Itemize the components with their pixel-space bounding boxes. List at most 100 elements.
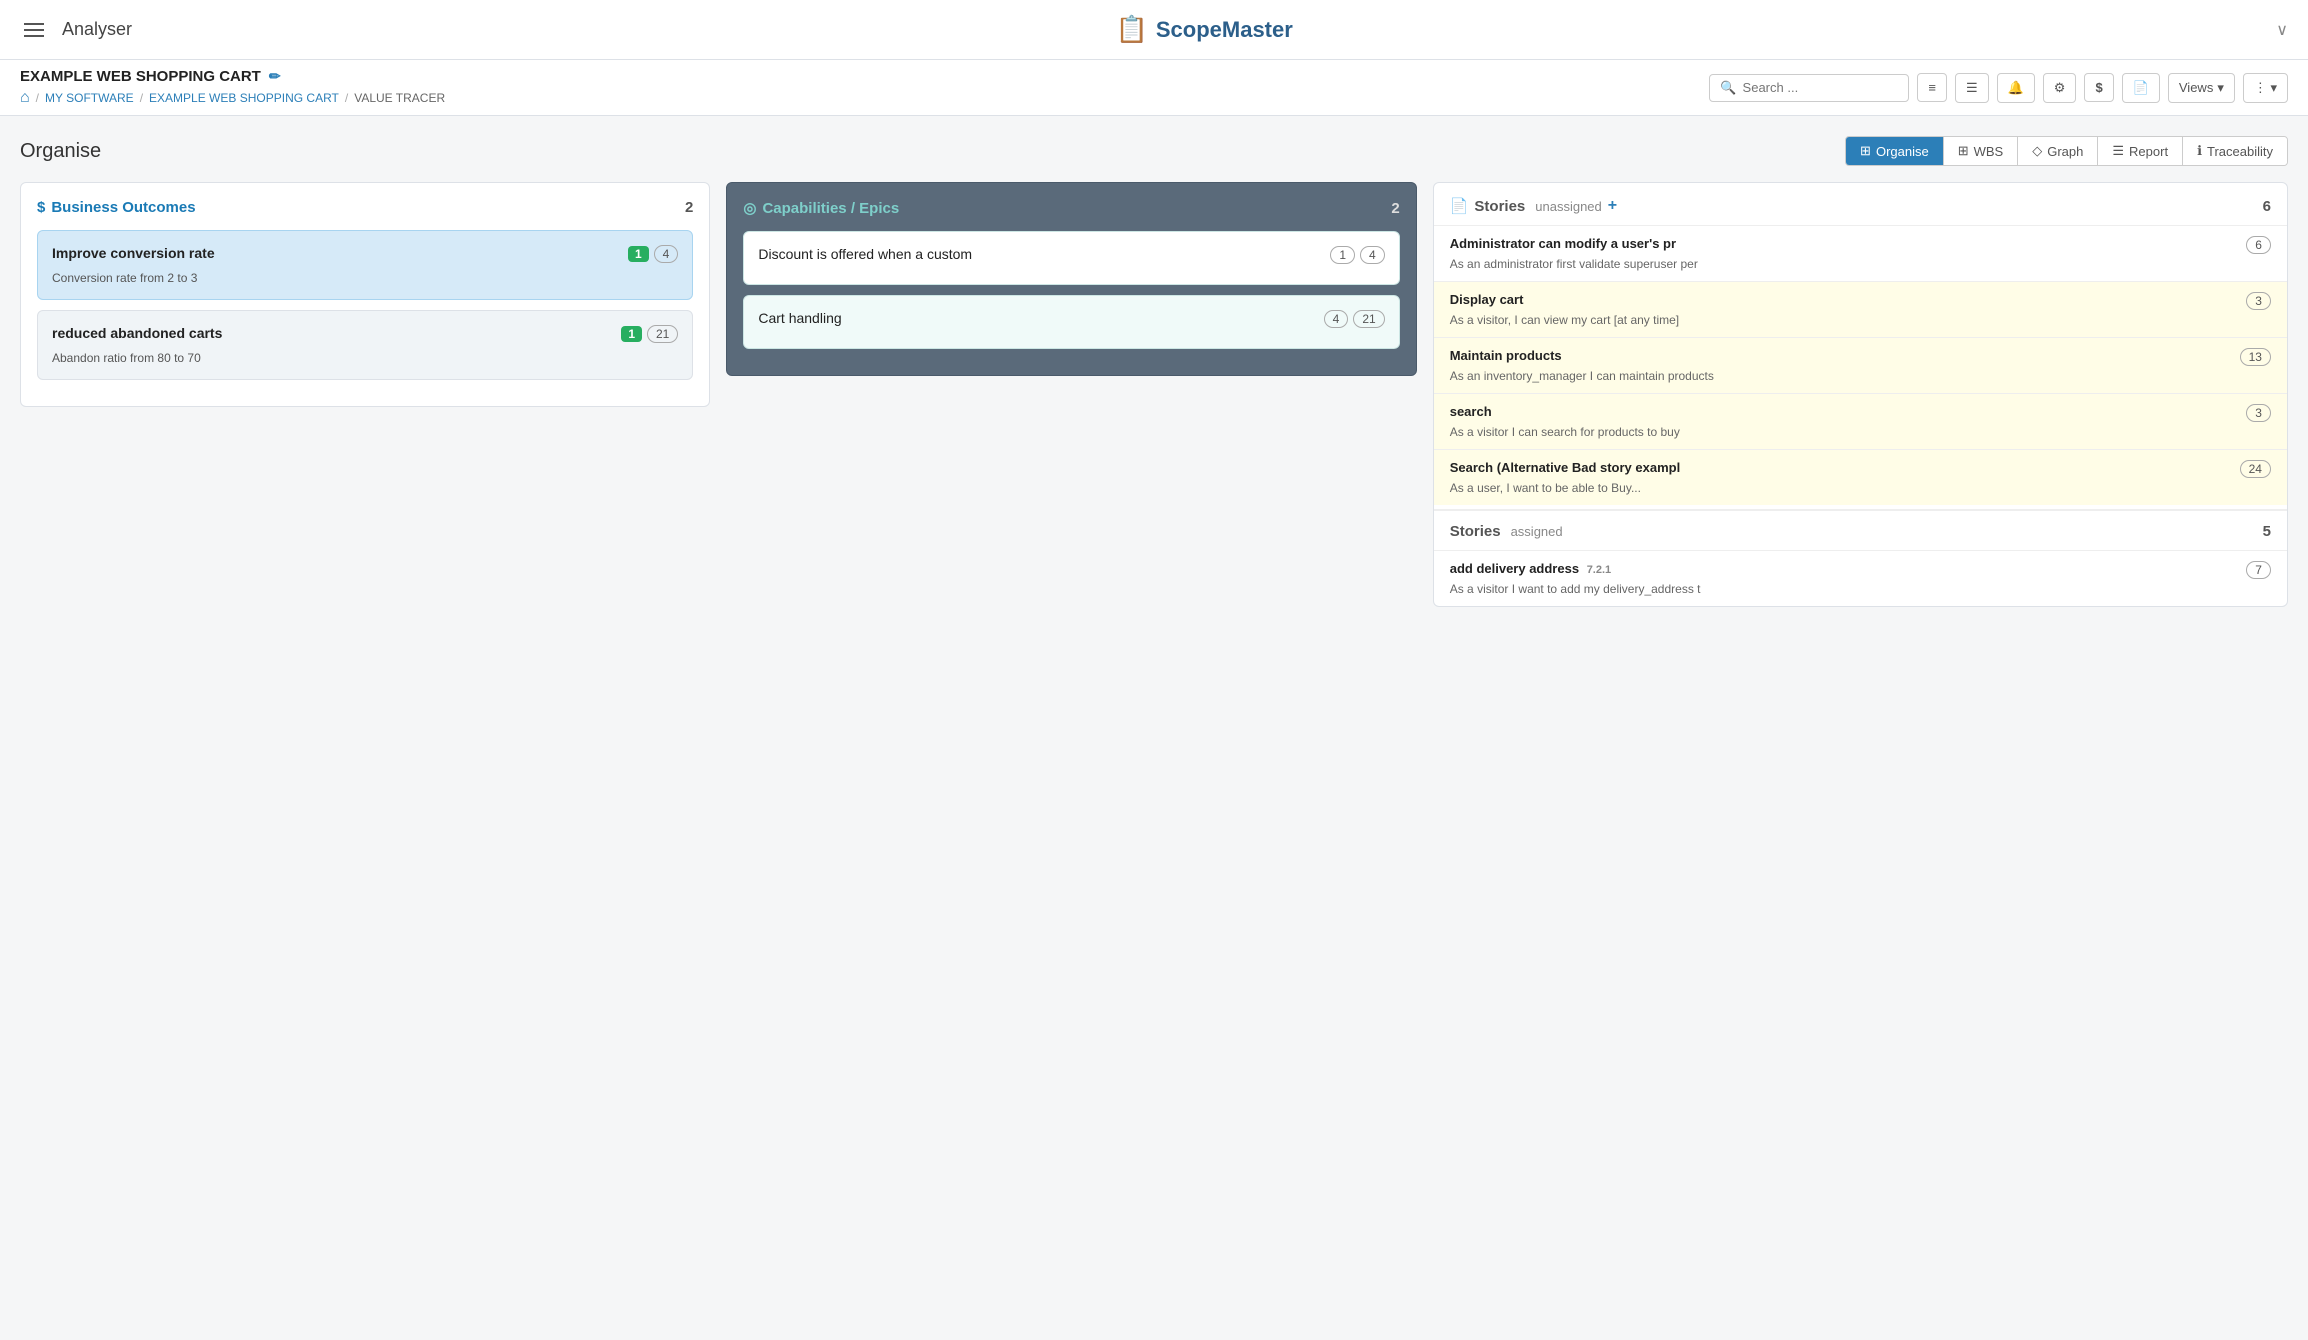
notifications-button[interactable]: 🔔 (1997, 73, 2035, 103)
list-view-button[interactable]: ≡ (1917, 73, 1947, 102)
wbs-tab-icon: ⊞ (1958, 143, 1969, 159)
business-outcomes-title: $ Business Outcomes (37, 199, 196, 216)
capability-1-title: Discount is offered when a custom (758, 246, 972, 262)
columns: $ Business Outcomes 2 Improve conversion… (20, 182, 2288, 607)
home-icon[interactable]: ⌂ (20, 89, 30, 107)
header-right: ∨ (2276, 20, 2288, 40)
story-5-header: Search (Alternative Bad story exampl 24 (1450, 460, 2271, 478)
capability-card-2[interactable]: Cart handling 4 21 (743, 295, 1399, 349)
stories-label: Stories (1474, 198, 1525, 215)
outcome-card-1[interactable]: Improve conversion rate 1 4 Conversion r… (37, 230, 693, 300)
assigned-story-item-1[interactable]: add delivery address 7.2.1 7 As a visito… (1434, 550, 2287, 606)
sub-header: EXAMPLE WEB SHOPPING CART ✏ ⌂ / MY SOFTW… (0, 60, 2308, 116)
outcome-2-badges: 1 21 (621, 325, 678, 343)
stories-assigned-header: Stories assigned 5 (1434, 509, 2287, 550)
assigned-story-1-badge: 7 (2246, 561, 2271, 579)
outcome-card-2[interactable]: reduced abandoned carts 1 21 Abandon rat… (37, 310, 693, 380)
logo-icon: 📋 (1115, 14, 1147, 45)
doc-view-button[interactable]: ☰ (1955, 73, 1989, 103)
capability-1-badge-2: 4 (1360, 246, 1385, 264)
stories-assigned-status: assigned (1511, 524, 1563, 539)
app-title: Analyser (62, 19, 132, 40)
business-outcomes-count: 2 (685, 199, 693, 216)
app-header: Analyser 📋 ScopeMaster ∨ (0, 0, 2308, 60)
settings-button[interactable]: ⚙ (2043, 73, 2077, 103)
tab-traceability[interactable]: ℹ Traceability (2183, 137, 2287, 165)
views-label: Views (2179, 80, 2213, 95)
breadcrumb-my-software[interactable]: MY SOFTWARE (45, 91, 134, 105)
story-1-subtitle: As an administrator first validate super… (1450, 257, 2271, 271)
chevron-down-icon[interactable]: ∨ (2276, 20, 2288, 40)
add-story-button[interactable]: + (1608, 197, 1617, 215)
search-icon: 🔍 (1720, 80, 1736, 96)
document-button[interactable]: 📄 (2122, 73, 2160, 103)
capability-card-1[interactable]: Discount is offered when a custom 1 4 (743, 231, 1399, 285)
traceability-tab-icon: ℹ (2197, 143, 2202, 159)
tab-organise[interactable]: ⊞ Organise (1846, 137, 1944, 165)
story-item-1[interactable]: Administrator can modify a user's pr 6 A… (1434, 225, 2287, 281)
logo: 📋 ScopeMaster (1115, 14, 1292, 45)
capabilities-header: ◎ Capabilities / Epics 2 (743, 199, 1399, 217)
tab-graph[interactable]: ◇ Graph (2018, 137, 2098, 165)
story-3-subtitle: As an inventory_manager I can maintain p… (1450, 369, 2271, 383)
tab-wbs[interactable]: ⊞ WBS (1944, 137, 2019, 165)
stories-unassigned-header: 📄 Stories unassigned + 6 (1434, 183, 2287, 225)
story-5-badge: 24 (2240, 460, 2271, 478)
story-4-badge: 3 (2246, 404, 2271, 422)
breadcrumb-sep-1: / (36, 91, 39, 105)
capability-1-badges: 1 4 (1330, 246, 1384, 264)
edit-icon[interactable]: ✏ (269, 68, 281, 85)
story-5-subtitle: As a user, I want to be able to Buy... (1450, 481, 2271, 495)
assigned-story-1-title: add delivery address 7.2.1 (1450, 561, 2239, 576)
story-item-4[interactable]: search 3 As a visitor I can search for p… (1434, 393, 2287, 449)
capability-1-header: Discount is offered when a custom 1 4 (758, 246, 1384, 264)
toolbar: 🔍 ≡ ☰ 🔔 ⚙ $ 📄 Views ▾ ⋮ ▾ (1709, 73, 2288, 103)
capability-2-badge-2: 21 (1353, 310, 1384, 328)
project-title: EXAMPLE WEB SHOPPING CART ✏ (20, 68, 445, 85)
page-heading: Organise (20, 140, 101, 163)
tab-report[interactable]: ☰ Report (2098, 137, 2183, 165)
business-outcomes-column: $ Business Outcomes 2 Improve conversion… (20, 182, 710, 407)
search-box[interactable]: 🔍 (1709, 74, 1909, 102)
story-item-5[interactable]: Search (Alternative Bad story exampl 24 … (1434, 449, 2287, 505)
outcome-card-2-header: reduced abandoned carts 1 21 (52, 325, 678, 345)
graph-tab-label: Graph (2047, 144, 2083, 159)
breadcrumb-project[interactable]: EXAMPLE WEB SHOPPING CART (149, 91, 339, 105)
story-1-title: Administrator can modify a user's pr (1450, 236, 2239, 251)
organise-tab-icon: ⊞ (1860, 143, 1871, 159)
capability-1-badge-1: 1 (1330, 246, 1355, 264)
story-2-title: Display cart (1450, 292, 2239, 307)
business-outcomes-label: Business Outcomes (51, 199, 195, 216)
more-button[interactable]: ⋮ ▾ (2243, 73, 2288, 103)
views-button[interactable]: Views ▾ (2168, 73, 2235, 103)
wbs-tab-label: WBS (1974, 144, 2004, 159)
header-left: Analyser (20, 19, 132, 41)
assigned-story-1-subtitle: As a visitor I want to add my delivery_a… (1450, 582, 2271, 596)
outcome-2-title: reduced abandoned carts (52, 325, 222, 341)
stories-panel: 📄 Stories unassigned + 6 Administrator c… (1433, 182, 2288, 607)
outcome-2-green-badge: 1 (621, 326, 642, 342)
story-4-title: search (1450, 404, 2239, 419)
hamburger-menu[interactable] (20, 19, 48, 41)
story-2-subtitle: As a visitor, I can view my cart [at any… (1450, 313, 2271, 327)
story-4-header: search 3 (1450, 404, 2271, 422)
stories-assigned-count: 5 (2263, 523, 2271, 540)
value-button[interactable]: $ (2084, 73, 2113, 102)
search-input[interactable] (1743, 80, 1899, 95)
story-1-header: Administrator can modify a user's pr 6 (1450, 236, 2271, 254)
business-outcomes-header: $ Business Outcomes 2 (37, 199, 693, 216)
story-item-2[interactable]: Display cart 3 As a visitor, I can view … (1434, 281, 2287, 337)
project-title-text: EXAMPLE WEB SHOPPING CART (20, 68, 261, 85)
story-item-3[interactable]: Maintain products 13 As an inventory_man… (1434, 337, 2287, 393)
story-2-header: Display cart 3 (1450, 292, 2271, 310)
stories-unassigned-count: 6 (2263, 198, 2271, 215)
page-area: Organise ⊞ Organise ⊞ WBS ◇ Graph ☰ Repo… (0, 116, 2308, 627)
story-3-header: Maintain products 13 (1450, 348, 2271, 366)
capabilities-title: ◎ Capabilities / Epics (743, 199, 899, 217)
story-2-badge: 3 (2246, 292, 2271, 310)
report-tab-label: Report (2129, 144, 2168, 159)
view-tabs: ⊞ Organise ⊞ WBS ◇ Graph ☰ Report ℹ Trac… (1845, 136, 2288, 166)
capability-2-header: Cart handling 4 21 (758, 310, 1384, 328)
outcome-2-count-badge: 21 (647, 325, 678, 343)
views-chevron-icon: ▾ (2217, 80, 2224, 96)
